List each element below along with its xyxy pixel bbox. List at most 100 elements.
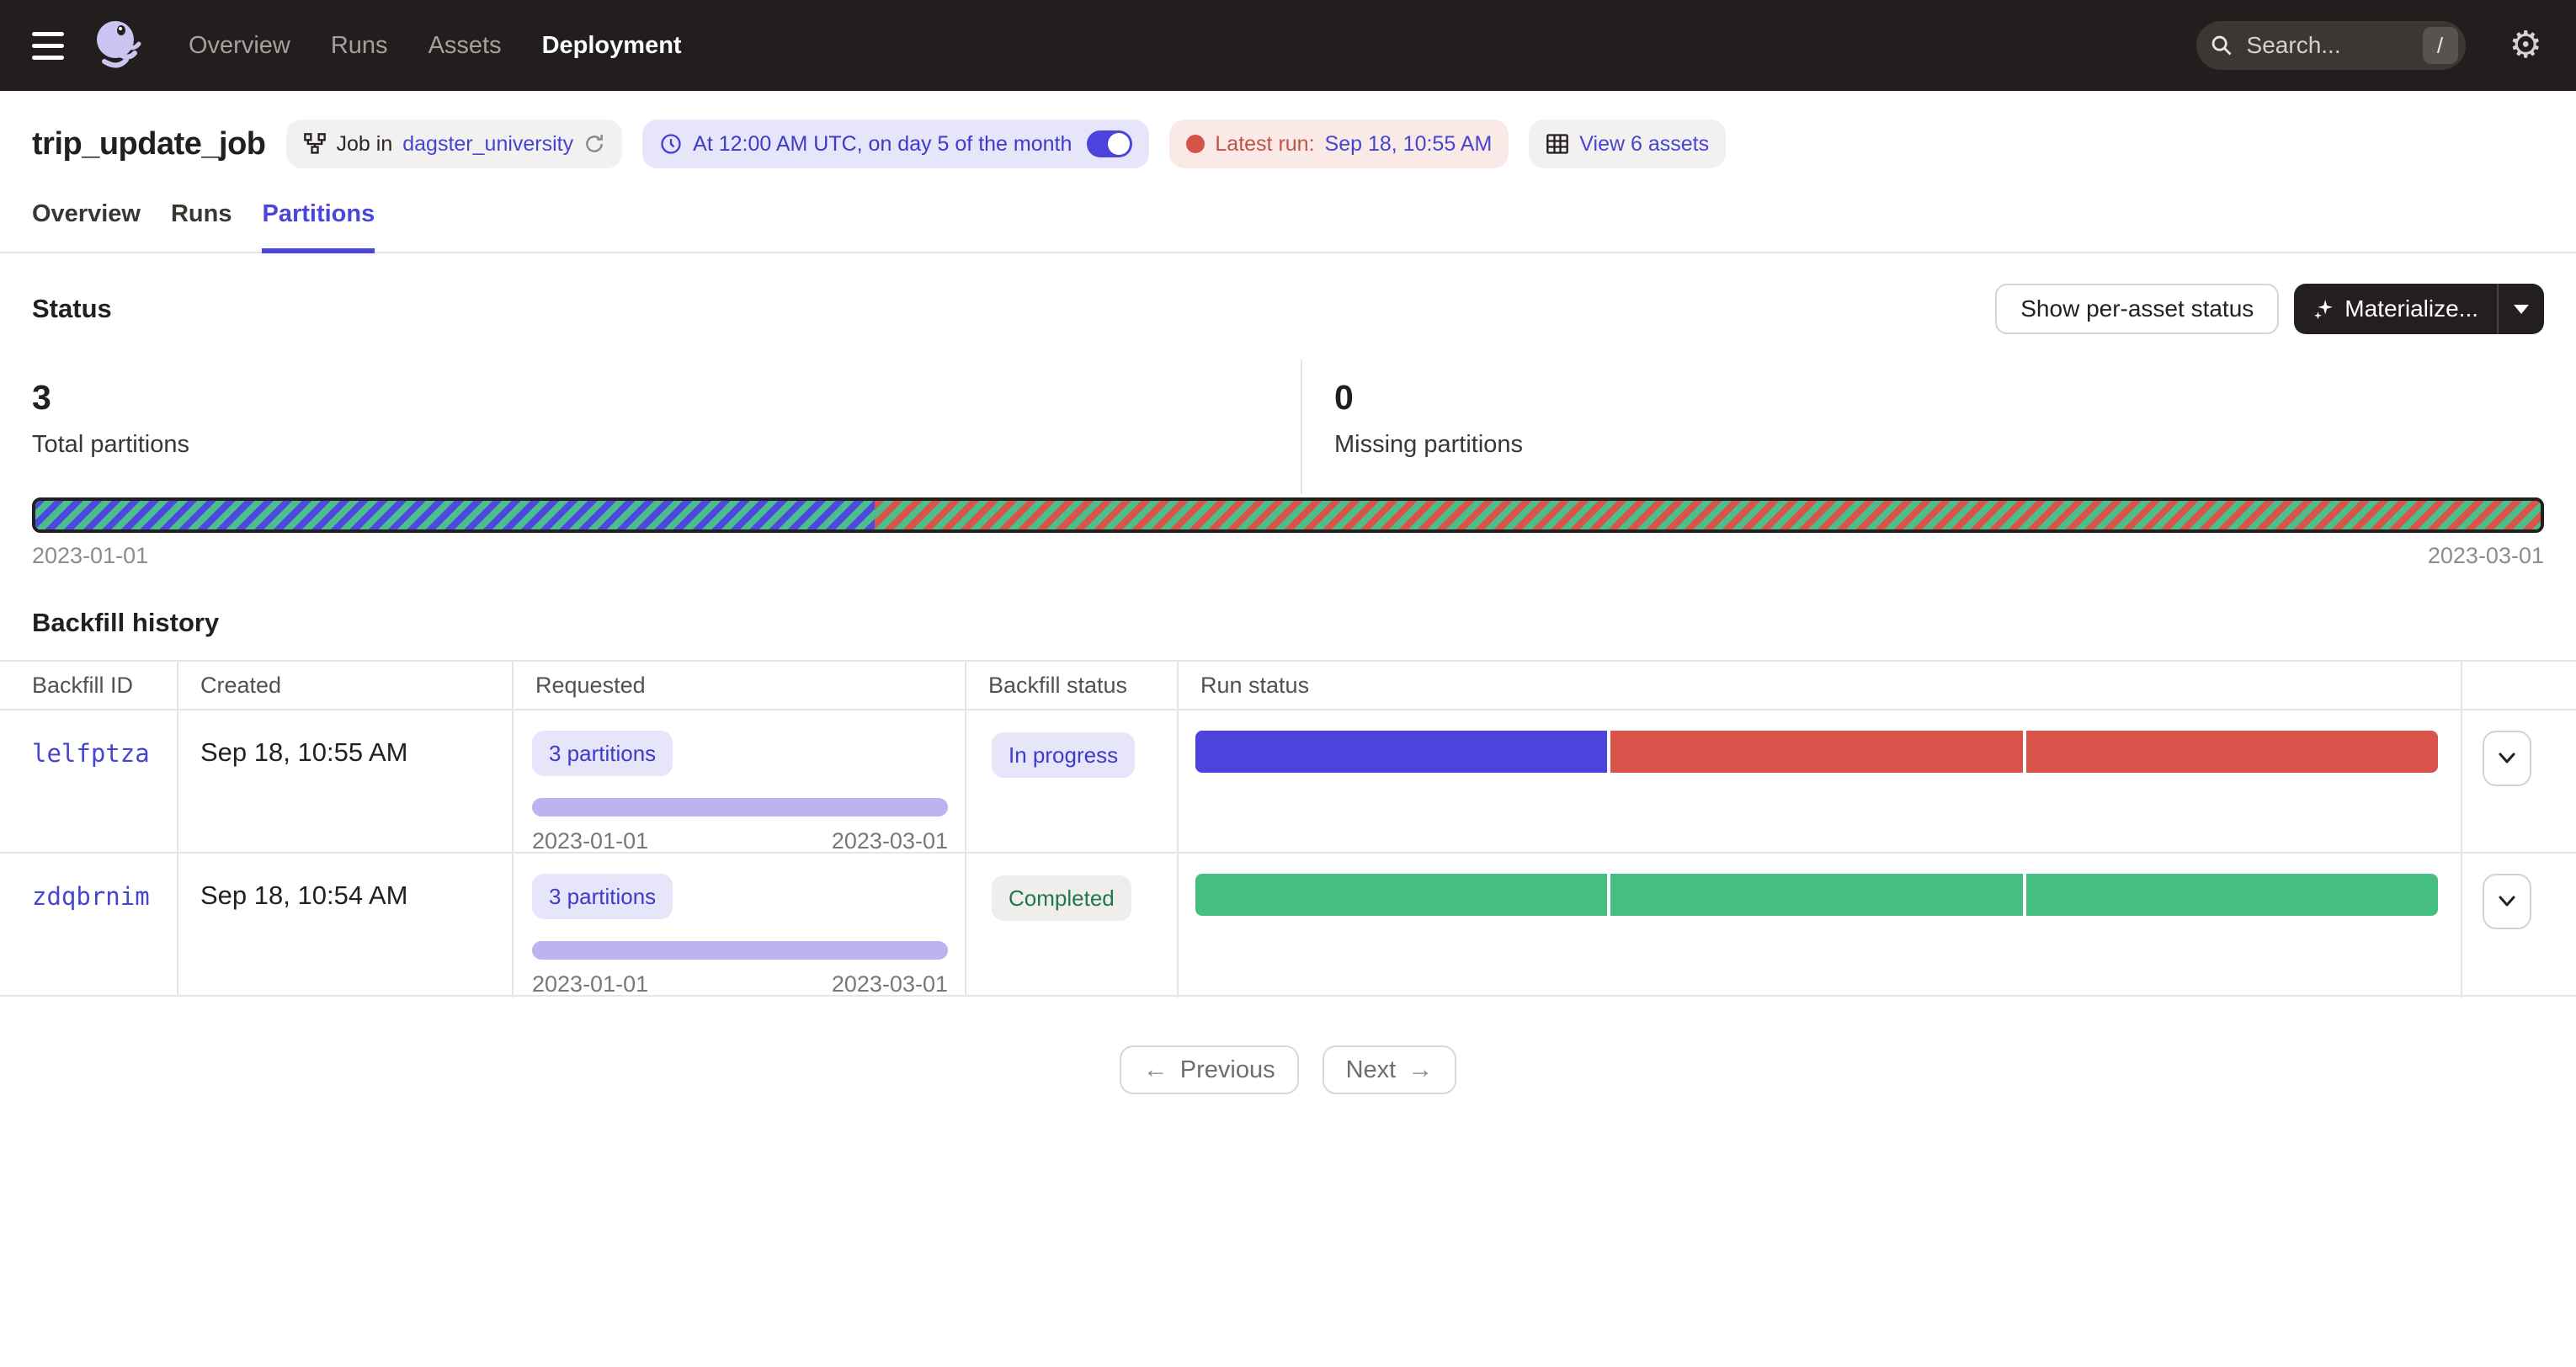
status-section-header: Status Show per-asset status Materialize… xyxy=(0,253,2576,334)
partition-range-start: 2023-01-01 xyxy=(32,543,148,569)
backfill-status-badge: Completed xyxy=(992,875,1131,921)
pagination: ← Previous Next → xyxy=(0,1045,2576,1094)
page-title: trip_update_job xyxy=(32,126,266,162)
top-nav: Overview Runs Assets Deployment Search..… xyxy=(0,0,2576,91)
status-actions: Show per-asset status Materialize... xyxy=(1995,284,2544,334)
view-assets-badge: View 6 assets xyxy=(1529,120,1726,168)
repo-link[interactable]: dagster_university xyxy=(402,132,573,157)
backfill-table: Backfill ID Created Requested Backfill s… xyxy=(0,660,2576,997)
job-location-badge: Job in dagster_university xyxy=(286,120,623,168)
partition-bar-segment-red-green-stripes[interactable] xyxy=(875,501,2541,529)
search-shortcut-key: / xyxy=(2423,27,2458,64)
latest-run-link[interactable]: Sep 18, 10:55 AM xyxy=(1325,132,1493,157)
backfill-table-header: Backfill ID Created Requested Backfill s… xyxy=(0,662,2576,710)
show-per-asset-status-button[interactable]: Show per-asset status xyxy=(1995,284,2279,334)
partitions-count-badge[interactable]: 3 partitions xyxy=(532,874,673,919)
backfill-status-badge: In progress xyxy=(992,732,1135,778)
backfill-id-link[interactable]: zdqbrnim xyxy=(32,882,150,911)
column-expander xyxy=(2462,662,2576,709)
next-page-button[interactable]: Next → xyxy=(1323,1045,1457,1094)
job-location-prefix: Job in xyxy=(337,132,393,157)
nav-item-deployment[interactable]: Deployment xyxy=(542,32,682,60)
missing-partitions-label: Missing partitions xyxy=(1334,431,2576,459)
backfill-table-body: lelfptza Sep 18, 10:55 AM 3 partitions 2… xyxy=(0,710,2576,997)
missing-partitions-cell: 0 Missing partitions xyxy=(1301,359,2576,494)
materialize-split-button: Materialize... xyxy=(2294,284,2544,334)
materialize-button[interactable]: Materialize... xyxy=(2294,284,2497,334)
run-segment[interactable] xyxy=(2026,731,2438,773)
requested-start-date: 2023-01-01 xyxy=(532,971,648,997)
job-header: trip_update_job Job in dagster_universit… xyxy=(0,91,2576,168)
search-icon xyxy=(2210,34,2233,57)
reload-icon[interactable] xyxy=(583,133,605,155)
tab-overview[interactable]: Overview xyxy=(32,200,141,253)
materialize-label: Materialize... xyxy=(2344,295,2478,322)
next-label: Next xyxy=(1346,1056,1397,1084)
search-input[interactable]: Search... / xyxy=(2196,21,2466,70)
total-partitions-label: Total partitions xyxy=(32,431,1301,459)
hamburger-menu-icon[interactable] xyxy=(32,24,74,66)
materialize-dropdown-button[interactable] xyxy=(2497,284,2544,334)
view-assets-link[interactable]: View 6 assets xyxy=(1579,132,1709,157)
table-row: zdqbrnim Sep 18, 10:54 AM 3 partitions 2… xyxy=(0,854,2576,997)
requested-range-bar xyxy=(532,941,948,960)
run-segment[interactable] xyxy=(1195,731,1607,773)
partition-counts: 3 Total partitions 0 Missing partitions xyxy=(0,359,2576,494)
arrow-left-icon: ← xyxy=(1143,1056,1168,1084)
previous-page-button[interactable]: ← Previous xyxy=(1120,1045,1299,1094)
backfill-history-heading: Backfill history xyxy=(0,569,2576,660)
latest-run-label: Latest run: xyxy=(1215,132,1314,157)
nav-item-runs[interactable]: Runs xyxy=(331,32,388,60)
run-segment[interactable] xyxy=(1610,874,2022,916)
tab-partitions[interactable]: Partitions xyxy=(262,200,375,253)
run-segment[interactable] xyxy=(1195,874,1607,916)
total-partitions-value: 3 xyxy=(32,378,1301,418)
requested-end-date: 2023-03-01 xyxy=(832,828,948,854)
column-run-status: Run status xyxy=(1179,662,2462,709)
sparkle-icon xyxy=(2313,298,2334,320)
schedule-toggle[interactable] xyxy=(1087,130,1132,157)
expand-row-button[interactable] xyxy=(2483,731,2531,786)
latest-run-badge: Latest run: Sep 18, 10:55 AM xyxy=(1169,120,1509,168)
column-backfill-id: Backfill ID xyxy=(0,662,178,709)
run-segment[interactable] xyxy=(2026,874,2438,916)
partition-bar-segment-blue-green-stripes[interactable] xyxy=(35,501,875,529)
partition-range-end: 2023-03-01 xyxy=(2428,543,2544,569)
nav-item-assets[interactable]: Assets xyxy=(428,32,502,60)
partition-status-bar-section: 2023-01-01 2023-03-01 xyxy=(0,494,2576,569)
tab-runs[interactable]: Runs xyxy=(171,200,232,253)
gear-icon[interactable]: ⚙ xyxy=(2509,27,2542,64)
primary-nav: Overview Runs Assets Deployment xyxy=(189,32,682,60)
schedule-badge: At 12:00 AM UTC, on day 5 of the month xyxy=(642,120,1149,168)
partitions-count-badge[interactable]: 3 partitions xyxy=(532,731,673,776)
column-backfill-status: Backfill status xyxy=(966,662,1179,709)
expand-row-button[interactable] xyxy=(2483,874,2531,929)
schedule-label: At 12:00 AM UTC, on day 5 of the month xyxy=(693,132,1072,157)
partition-bar-labels: 2023-01-01 2023-03-01 xyxy=(32,543,2544,569)
created-timestamp: Sep 18, 10:54 AM xyxy=(200,880,407,910)
job-dag-icon xyxy=(303,132,327,156)
run-status-bar xyxy=(1195,874,2438,916)
nav-item-overview[interactable]: Overview xyxy=(189,32,290,60)
run-status-bar xyxy=(1195,731,2438,773)
job-tabs: Overview Runs Partitions xyxy=(0,200,2576,253)
table-row: lelfptza Sep 18, 10:55 AM 3 partitions 2… xyxy=(0,710,2576,854)
clock-icon xyxy=(659,132,683,156)
backfill-id-link[interactable]: lelfptza xyxy=(32,739,150,768)
requested-start-date: 2023-01-01 xyxy=(532,828,648,854)
previous-label: Previous xyxy=(1180,1056,1275,1084)
missing-partitions-value: 0 xyxy=(1334,378,2576,418)
partition-status-bar xyxy=(32,497,2544,533)
chevron-down-icon xyxy=(2498,753,2516,764)
search-placeholder: Search... xyxy=(2247,32,2423,59)
dagster-logo[interactable] xyxy=(94,19,141,72)
arrow-right-icon: → xyxy=(1408,1056,1433,1084)
assets-grid-icon xyxy=(1546,132,1569,156)
run-segment[interactable] xyxy=(1610,731,2022,773)
requested-range-bar xyxy=(532,798,948,816)
column-requested: Requested xyxy=(514,662,966,709)
created-timestamp: Sep 18, 10:55 AM xyxy=(200,737,407,767)
chevron-down-icon xyxy=(2498,896,2516,907)
total-partitions-cell: 3 Total partitions xyxy=(0,359,1301,494)
caret-down-icon xyxy=(2514,305,2529,314)
